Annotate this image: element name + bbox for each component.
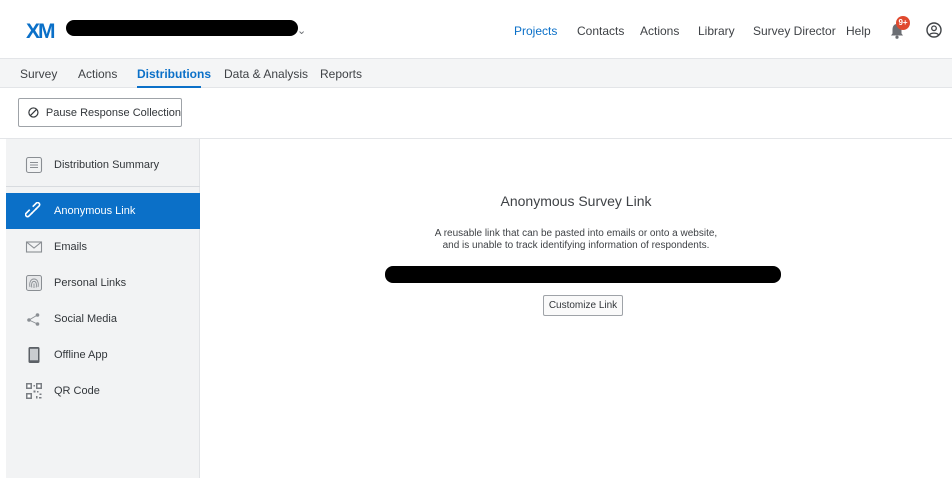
fingerprint-icon (25, 274, 43, 292)
top-header: XM ⌄ Projects Contacts Actions Library S… (0, 0, 952, 60)
nav-library[interactable]: Library (698, 24, 735, 38)
nav-help[interactable]: Help (846, 24, 871, 38)
customize-link-button[interactable]: Customize Link (543, 295, 623, 316)
share-icon (25, 310, 43, 328)
sidebar-item-offline-app[interactable]: Offline App (6, 337, 200, 373)
description-line-2: and is unable to track identifying infor… (442, 240, 710, 251)
sidebar-item-label: QR Code (54, 385, 100, 397)
sidebar-item-anonymous-link[interactable]: Anonymous Link (6, 193, 200, 229)
tablet-icon (25, 346, 43, 364)
pause-button-label: Pause Response Collection (45, 106, 181, 119)
link-description: A reusable link that can be pasted into … (200, 228, 952, 252)
tab-survey[interactable]: Survey (20, 67, 57, 81)
sidebar-item-label: Anonymous Link (54, 205, 136, 217)
document-icon (25, 156, 43, 174)
nav-survey-director[interactable]: Survey Director (753, 24, 836, 38)
pause-response-collection-button[interactable]: Pause Response Collection (18, 98, 182, 127)
sidebar-item-distribution-summary[interactable]: Distribution Summary (6, 147, 200, 183)
distribution-toolbar: Pause Response Collection (0, 88, 952, 139)
sidebar-item-qr-code[interactable]: QR Code (6, 373, 200, 409)
sidebar-item-social-media[interactable]: Social Media (6, 301, 200, 337)
sidebar-item-label: Personal Links (54, 277, 127, 289)
ban-icon (28, 107, 39, 118)
sidebar-item-label: Social Media (54, 313, 117, 325)
qr-code-icon (25, 382, 43, 400)
nav-contacts[interactable]: Contacts (577, 24, 624, 38)
sidebar-item-personal-links[interactable]: Personal Links (6, 265, 200, 301)
description-line-1: A reusable link that can be pasted into … (434, 228, 718, 239)
tab-reports[interactable]: Reports (320, 67, 362, 81)
sidebar-item-label: Emails (54, 241, 88, 253)
chevron-down-icon[interactable]: ⌄ (297, 24, 306, 37)
sidebar-item-label: Distribution Summary (54, 159, 160, 171)
sidebar-item-emails[interactable]: Emails (6, 229, 200, 265)
redacted-project-name (66, 20, 298, 36)
page-title: Anonymous Survey Link (500, 193, 652, 209)
distribution-sidebar: Distribution Summary Anonymous Link Emai… (6, 139, 200, 478)
project-tabs: Survey Actions Distributions Data & Anal… (0, 58, 952, 88)
sidebar-item-label: Offline App (54, 349, 108, 361)
nav-projects[interactable]: Projects (514, 24, 557, 38)
notification-badge: 9+ (896, 16, 910, 30)
redacted-survey-link[interactable] (385, 266, 781, 283)
tab-distributions[interactable]: Distributions (137, 67, 211, 81)
sidebar-divider (6, 186, 200, 187)
envelope-icon (25, 238, 43, 256)
link-icon (25, 202, 43, 220)
xm-logo[interactable]: XM (26, 20, 55, 44)
nav-actions[interactable]: Actions (640, 24, 679, 38)
tab-actions[interactable]: Actions (78, 67, 117, 81)
tab-data-analysis[interactable]: Data & Analysis (224, 67, 308, 81)
user-circle-icon[interactable] (926, 22, 942, 38)
